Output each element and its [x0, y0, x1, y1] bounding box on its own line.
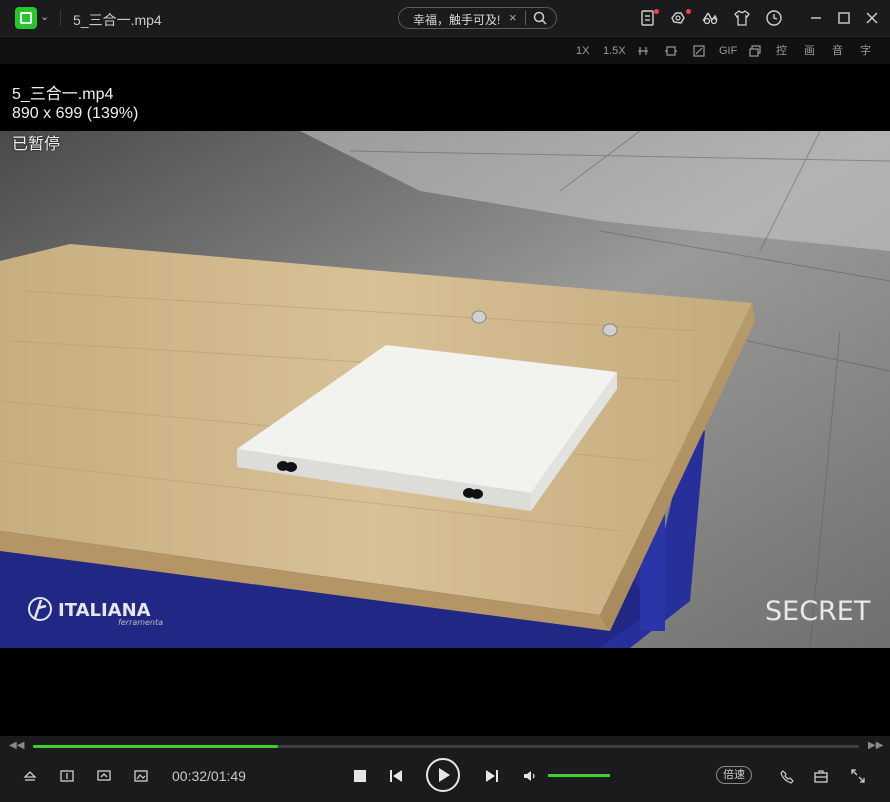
search-box[interactable]: 幸福，触手可及! × [398, 7, 557, 29]
play-icon [439, 768, 450, 782]
minimize-icon[interactable] [806, 8, 826, 28]
chevron-down-icon[interactable]: ⌄ [40, 10, 49, 23]
brand-secret: SECRET [765, 596, 871, 627]
video-toolbar: 1X 1.5X GIF 控 画 音 字 [0, 37, 890, 64]
osd-filename: 5_三合一.mp4 [12, 86, 114, 103]
italiana-logo: ITALIANA ferramenta [28, 596, 178, 629]
stop-icon[interactable] [352, 768, 368, 784]
clear-icon[interactable]: × [509, 10, 517, 25]
skin-shirt-icon[interactable] [732, 8, 752, 28]
audio-button[interactable]: 音 [832, 43, 843, 59]
title-bar: ⌄ 5_三合一.mp4 幸福，触手可及! × [0, 0, 890, 37]
screenshot-icon[interactable] [96, 768, 112, 784]
italiana-logo-icon: ITALIANA ferramenta [28, 597, 163, 627]
window-mode-icon[interactable] [748, 44, 762, 58]
volume-icon[interactable] [522, 768, 538, 784]
seek-bar[interactable] [33, 745, 859, 748]
playlist-toggle-icon[interactable] [59, 768, 75, 784]
rotate-icon[interactable] [692, 44, 706, 58]
video-frame [0, 131, 890, 648]
osd-resolution: 890 x 699 (139%) [12, 105, 139, 122]
fullscreen-icon[interactable] [850, 768, 866, 784]
fast-forward-icon[interactable]: ▶▶ [868, 740, 883, 751]
brand-left-sub: ferramenta [118, 618, 163, 626]
rewind-icon[interactable]: ◀◀ [9, 740, 24, 751]
control-bar: ◀◀ ▶▶ 00:32/01:49 倍速 [0, 736, 890, 802]
time-display: 00:32/01:49 [172, 768, 246, 784]
toolbox-icon[interactable] [813, 768, 829, 784]
voice-control-icon[interactable] [779, 768, 795, 784]
video-area[interactable]: 5_三合一.mp4 890 x 699 (139%) 已暂停 ITALIANA … [0, 64, 890, 736]
osd-status: 已暂停 [12, 136, 61, 153]
search-icon[interactable] [532, 10, 548, 26]
window-title: 5_三合一.mp4 [73, 12, 162, 28]
volume-level [548, 774, 610, 777]
search-input[interactable]: 幸福，触手可及! [413, 11, 500, 28]
previous-icon[interactable] [388, 768, 404, 784]
divider [525, 11, 526, 25]
image-capture-icon[interactable] [133, 768, 149, 784]
volume-slider[interactable] [548, 774, 610, 777]
notification-dot [654, 9, 659, 14]
gif-button[interactable]: GIF [719, 43, 737, 59]
crop-width-icon[interactable] [636, 44, 650, 58]
notification-dot [686, 9, 691, 14]
share-icon[interactable] [668, 8, 688, 28]
maximize-icon[interactable] [834, 8, 854, 28]
eject-icon[interactable] [22, 768, 38, 784]
clock-icon[interactable] [764, 8, 784, 28]
picture-button[interactable]: 画 [804, 43, 815, 59]
seek-progress [33, 745, 279, 748]
divider [60, 10, 61, 26]
playback-speed-button[interactable]: 倍速 [716, 766, 752, 784]
close-icon[interactable] [862, 8, 882, 28]
vr-glasses-icon[interactable] [700, 8, 720, 28]
play-button[interactable] [426, 758, 460, 792]
next-icon[interactable] [484, 768, 500, 784]
speed-1x-button[interactable]: 1X [576, 43, 589, 59]
speed-1-5x-button[interactable]: 1.5X [603, 43, 626, 59]
app-logo-icon[interactable] [15, 7, 37, 29]
subtitle-button[interactable]: 字 [860, 43, 871, 59]
control-button[interactable]: 控 [776, 43, 787, 59]
aspect-ratio-icon[interactable] [664, 44, 678, 58]
